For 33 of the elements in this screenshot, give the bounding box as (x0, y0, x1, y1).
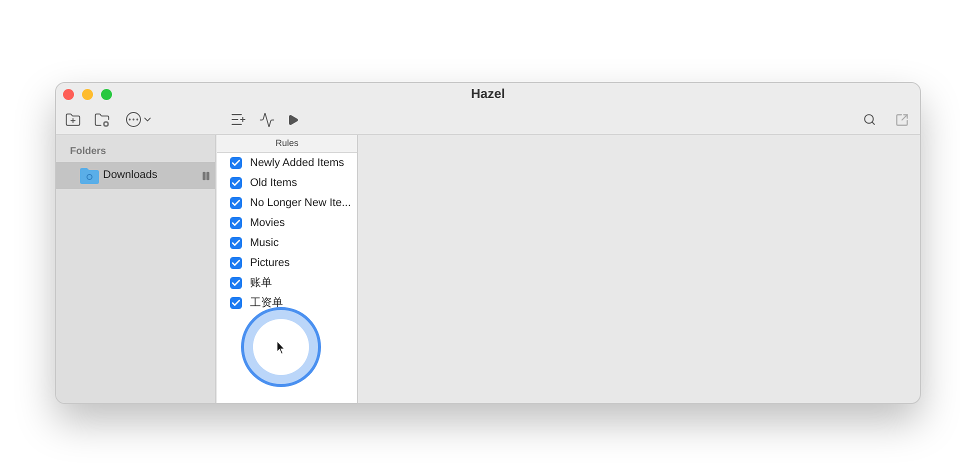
rule-label: No Longer New Ite... (250, 196, 351, 211)
rule-checkbox[interactable] (230, 217, 242, 229)
rule-label: Pictures (250, 256, 290, 271)
sidebar-item[interactable]: Downloads (56, 162, 215, 189)
more-menu-button[interactable] (126, 110, 153, 130)
rule-label: 账单 (250, 276, 272, 291)
rule-label: Music (250, 236, 279, 251)
play-icon (287, 114, 299, 126)
cursor-icon (276, 340, 286, 354)
activity-icon (259, 112, 275, 128)
rule-label: Newly Added Items (250, 156, 344, 171)
rule-checkbox[interactable] (230, 177, 242, 189)
rule-checkbox[interactable] (230, 237, 242, 249)
folder-label: Downloads (103, 168, 158, 184)
rule-checkbox[interactable] (230, 277, 242, 289)
rule-checkbox[interactable] (230, 157, 242, 169)
folder-plus-icon (65, 112, 81, 128)
ellipsis-icon (126, 112, 141, 127)
rule-label: Old Items (250, 176, 298, 191)
list-plus-icon (230, 111, 246, 128)
window-title: Hazel (471, 85, 505, 104)
rules-header: Rules (217, 135, 357, 153)
close-button[interactable] (63, 88, 74, 100)
rule-checkbox[interactable] (230, 297, 242, 309)
share-icon (895, 112, 909, 126)
rule-checkbox[interactable] (230, 197, 242, 209)
folder-icon (80, 168, 99, 184)
folder-gear-icon (94, 112, 110, 128)
rule-checkbox[interactable] (230, 257, 242, 269)
sidebar-heading: Folders (69, 145, 108, 159)
rule-label: 工资单 (250, 296, 283, 311)
rule-label: Movies (250, 216, 285, 231)
search-icon (862, 113, 876, 126)
